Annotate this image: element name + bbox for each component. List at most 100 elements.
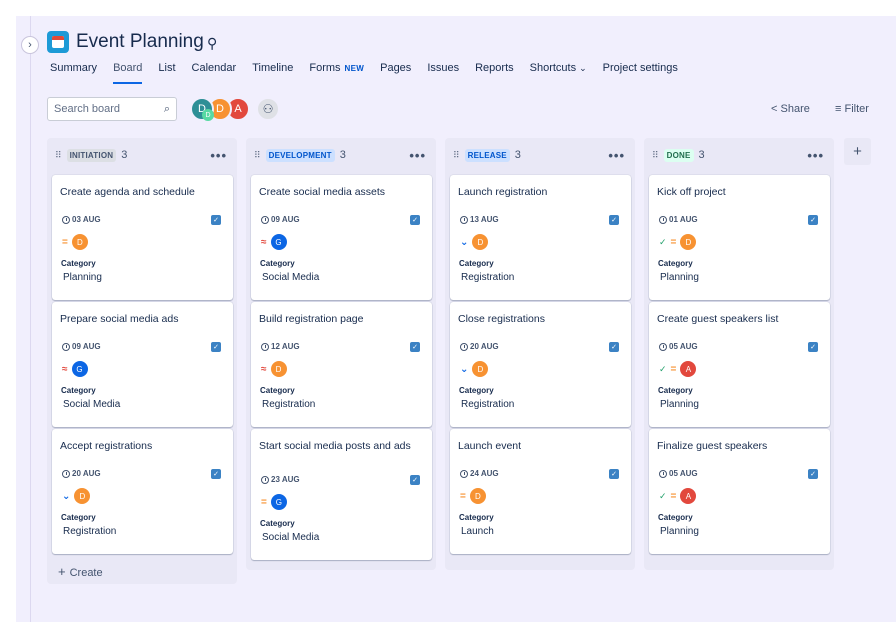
- tab-timeline[interactable]: Timeline: [252, 62, 293, 84]
- tab-project-settings[interactable]: Project settings: [603, 62, 678, 84]
- issue-card[interactable]: Prepare social media ads 09 AUG ✓ ≈ G Categor…: [52, 302, 233, 427]
- column-header[interactable]: ⠿ RELEASE 3 •••: [445, 138, 635, 172]
- pin-icon[interactable]: ⚲: [207, 35, 217, 52]
- category-value: Launch: [461, 526, 494, 537]
- clock-icon: [460, 215, 468, 224]
- add-column-button[interactable]: +: [844, 138, 871, 165]
- column-count: 3: [514, 149, 521, 161]
- issue-card[interactable]: Accept registrations 20 AUG ✓ ⌄ D Category Reg…: [52, 429, 233, 554]
- more-actions-icon[interactable]: •••: [608, 148, 625, 163]
- tab-label: Calendar: [191, 62, 237, 74]
- issue-card[interactable]: Finalize guest speakers 05 AUG ✓ ✓ = A Categor…: [649, 429, 830, 554]
- issue-card[interactable]: Close registrations 20 AUG ✓ ⌄ D Category Regi…: [450, 302, 631, 427]
- tab-label: Reports: [475, 62, 514, 74]
- priority-high-icon: ≈: [261, 363, 267, 375]
- assignee-avatar[interactable]: D: [472, 361, 489, 377]
- clock-icon: [62, 469, 70, 478]
- task-type-icon: ✓: [609, 215, 619, 225]
- priority-low-icon: ⌄: [62, 490, 71, 502]
- assignee-avatar[interactable]: D: [472, 234, 489, 250]
- issue-card[interactable]: Launch registration 13 AUG ✓ ⌄ D Category Regi…: [450, 175, 631, 300]
- assignee-avatar[interactable]: D: [71, 234, 88, 250]
- due-date-text: 05 AUG: [669, 469, 698, 478]
- issue-card[interactable]: Build registration page 12 AUG ✓ ≈ D Category…: [251, 302, 432, 427]
- card-title[interactable]: Finalize guest speakers: [657, 439, 822, 453]
- tab-pages[interactable]: Pages: [380, 62, 411, 84]
- plus-icon: +: [853, 143, 862, 160]
- assignee-avatar[interactable]: G: [270, 494, 287, 510]
- more-actions-icon[interactable]: •••: [807, 148, 824, 163]
- category-label: Category: [260, 259, 295, 268]
- assignee-avatar[interactable]: D: [680, 234, 697, 250]
- issue-card[interactable]: Launch event 24 AUG ✓ = D Category Launch: [450, 429, 631, 554]
- card-title[interactable]: Launch event: [458, 439, 623, 453]
- issue-card[interactable]: Start social media posts and ads 23 AUG ✓ =…: [251, 429, 432, 560]
- tab-shortcuts[interactable]: Shortcuts ⌄: [530, 62, 587, 84]
- avatar-initial: D: [477, 237, 484, 247]
- card-title[interactable]: Create agenda and schedule: [60, 185, 225, 199]
- drag-handle-icon[interactable]: ⠿: [453, 150, 460, 161]
- column-header[interactable]: ⠿ DEVELOPMENT 3 •••: [246, 138, 436, 172]
- priority-low-icon: ⌄: [460, 236, 469, 248]
- due-date: 23 AUG: [261, 475, 300, 484]
- assignee-avatar[interactable]: D: [74, 488, 91, 504]
- tab-reports[interactable]: Reports: [475, 62, 514, 84]
- card-title[interactable]: Close registrations: [458, 312, 623, 326]
- assignee-avatar[interactable]: D: [270, 361, 287, 377]
- assignee-avatar[interactable]: A: [680, 361, 697, 377]
- page-title: Event Planning: [76, 31, 204, 52]
- tab-forms[interactable]: Forms NEW: [309, 62, 364, 84]
- column-header[interactable]: ⠿ DONE 3 •••: [644, 138, 834, 172]
- avatar-initial: D: [474, 491, 481, 501]
- issue-card[interactable]: Create agenda and schedule 03 AUG ✓ = D Categ…: [52, 175, 233, 300]
- card-title[interactable]: Prepare social media ads: [60, 312, 225, 326]
- tab-issues[interactable]: Issues: [427, 62, 459, 84]
- avatar[interactable]: DD: [190, 97, 214, 121]
- category-label: Category: [459, 259, 494, 268]
- tab-calendar[interactable]: Calendar: [192, 62, 237, 84]
- issue-card[interactable]: Create guest speakers list 05 AUG ✓ ✓ = A Cate…: [649, 302, 830, 427]
- add-people-icon[interactable]: ⚇: [256, 97, 280, 121]
- avatar-initial: D: [79, 491, 86, 501]
- card-title[interactable]: Create social media assets: [259, 185, 424, 199]
- tab-board[interactable]: Board: [113, 62, 143, 84]
- column-header[interactable]: ⠿ INITIATION 3 •••: [47, 138, 237, 172]
- card-title[interactable]: Build registration page: [259, 312, 424, 326]
- tab-list[interactable]: List: [158, 62, 175, 84]
- search-board[interactable]: ⌕: [47, 97, 177, 121]
- search-input[interactable]: [54, 103, 154, 115]
- card-title[interactable]: Launch registration: [458, 185, 623, 199]
- drag-handle-icon[interactable]: ⠿: [652, 150, 659, 161]
- create-issue-button[interactable]: + Create: [58, 564, 103, 579]
- drag-handle-icon[interactable]: ⠿: [55, 150, 62, 161]
- card-title[interactable]: Accept registrations: [60, 439, 225, 453]
- assignee-avatar[interactable]: G: [71, 361, 88, 377]
- card-title[interactable]: Start social media posts and ads: [259, 439, 424, 453]
- assignee-avatar[interactable]: D: [469, 488, 486, 504]
- avatar-initial: A: [685, 491, 692, 501]
- share-button[interactable]: < Share: [771, 103, 810, 115]
- category-value: Planning: [63, 272, 102, 283]
- issue-card[interactable]: Create social media assets 09 AUG ✓ ≈ G Categ…: [251, 175, 432, 300]
- more-actions-icon[interactable]: •••: [210, 148, 227, 163]
- priority-medium-icon: =: [62, 236, 68, 248]
- drag-handle-icon[interactable]: ⠿: [254, 150, 261, 161]
- card-title[interactable]: Create guest speakers list: [657, 312, 822, 326]
- expand-sidebar-button[interactable]: ›: [21, 36, 39, 54]
- issue-card[interactable]: Kick off project 01 AUG ✓ ✓ = D Category Planni…: [649, 175, 830, 300]
- more-actions-icon[interactable]: •••: [409, 148, 426, 163]
- tab-label: Timeline: [252, 62, 294, 74]
- column-count: 3: [698, 149, 705, 161]
- category-label: Category: [61, 259, 96, 268]
- category-value: Planning: [660, 399, 699, 410]
- share-label: Share: [780, 103, 810, 115]
- filter-button[interactable]: ≡ Filter: [835, 103, 869, 115]
- assignee-avatar[interactable]: G: [270, 234, 287, 250]
- avatar-group[interactable]: D D D A ⚇: [190, 97, 280, 121]
- avatar-initial: D: [275, 364, 282, 374]
- card-meta: ✓ = A: [659, 488, 697, 504]
- tab-summary[interactable]: Summary: [50, 62, 97, 84]
- due-date: 09 AUG: [261, 215, 300, 224]
- assignee-avatar[interactable]: A: [680, 488, 697, 504]
- card-title[interactable]: Kick off project: [657, 185, 822, 199]
